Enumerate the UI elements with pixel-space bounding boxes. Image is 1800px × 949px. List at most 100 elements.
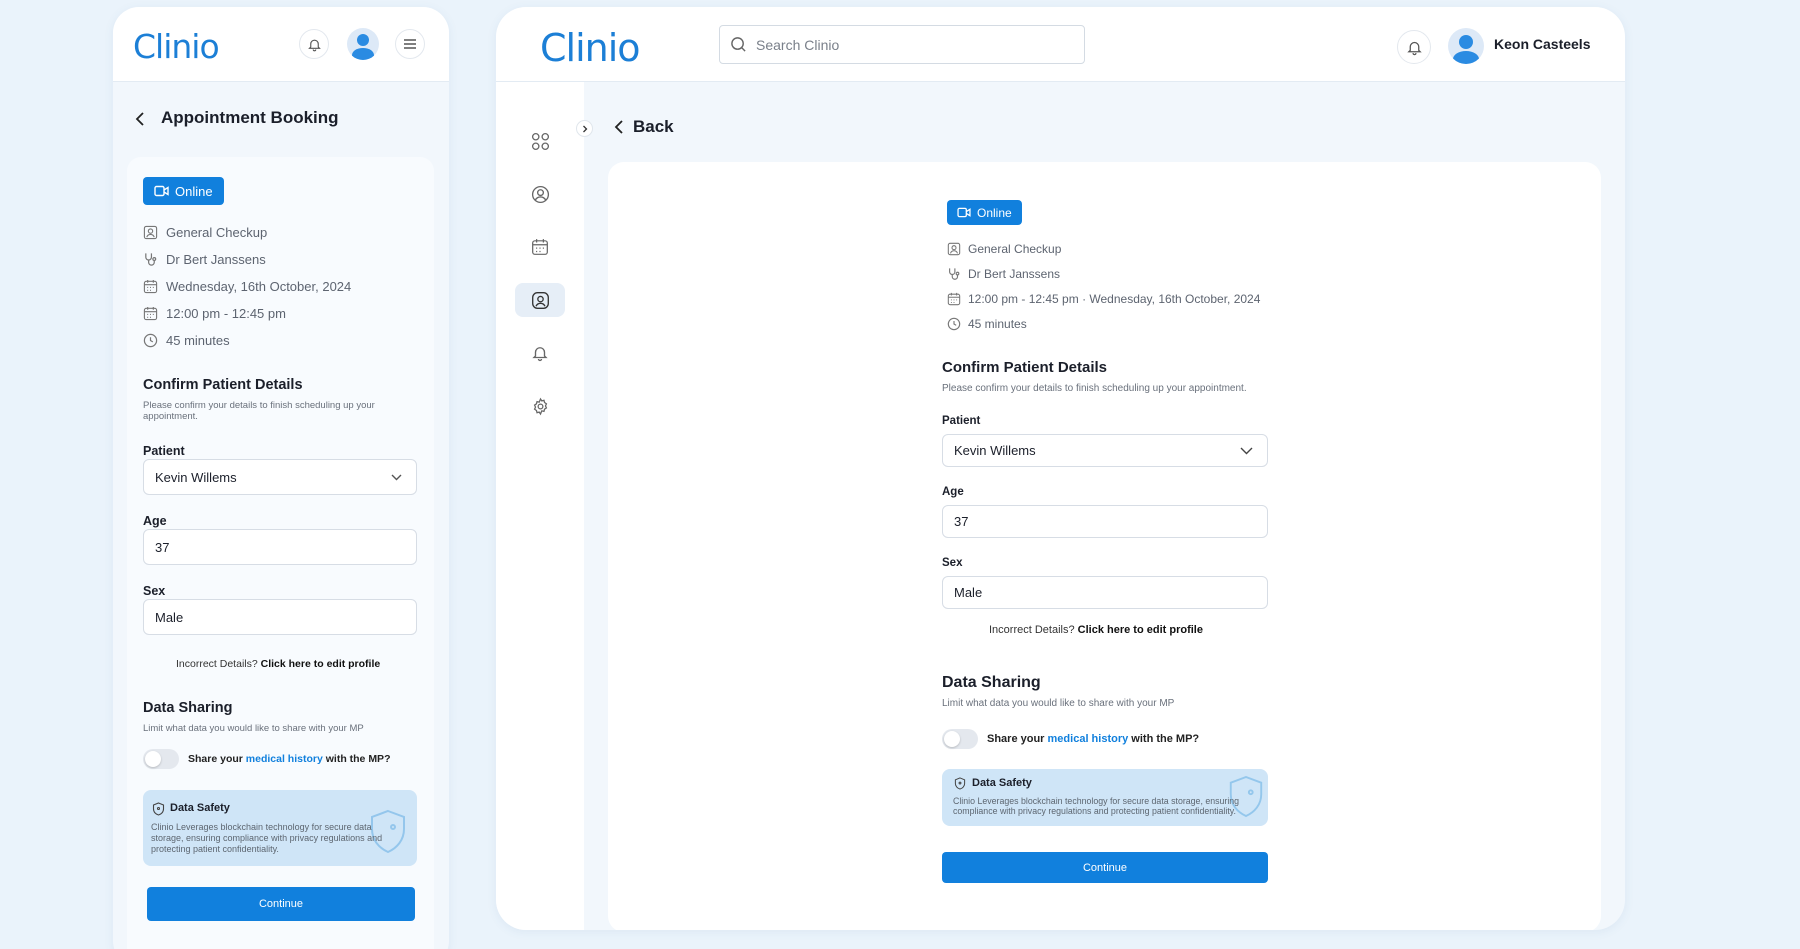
bell-icon (307, 37, 322, 52)
patient-select[interactable]: Kevin Willems (942, 434, 1268, 467)
online-badge: Online (947, 200, 1022, 225)
sidebar-item-patients[interactable] (515, 283, 565, 317)
shield-icon (152, 802, 165, 816)
appointment-type: General Checkup (947, 242, 1061, 256)
user-badge-icon (143, 225, 158, 240)
chevron-left-icon (135, 111, 145, 127)
appointment-duration: 45 minutes (143, 333, 230, 348)
data-safety-title: Data Safety (972, 777, 1032, 789)
video-icon (957, 207, 971, 218)
sex-label: Sex (143, 584, 166, 598)
calendar-icon (143, 279, 158, 294)
mobile-screen: Clinio Appointment Booking Online Genera… (113, 7, 449, 949)
share-history-toggle[interactable] (942, 729, 978, 749)
data-safety-box: Data Safety Clinio Leverages blockchain … (942, 769, 1268, 826)
sidebar-item-dashboard[interactable] (515, 124, 565, 158)
bell-icon (1406, 39, 1423, 56)
clock-icon (947, 317, 961, 331)
share-history-text: Share your medical history with the MP? (188, 753, 391, 765)
avatar[interactable] (1448, 28, 1484, 64)
bell-icon (531, 344, 549, 362)
data-safety-title: Data Safety (170, 802, 230, 814)
shield-icon (954, 777, 966, 790)
appointment-duration: 45 minutes (947, 317, 1027, 331)
clock-icon (143, 333, 158, 348)
data-safety-box: Data Safety Clinio Leverages blockchain … (143, 790, 417, 866)
back-button[interactable] (135, 111, 145, 127)
online-label: Online (175, 183, 213, 199)
sharing-subtitle: Limit what data you would like to share … (942, 698, 1175, 709)
sidebar (496, 82, 584, 930)
desktop-header: Clinio Search Clinio Keon Casteels (496, 7, 1625, 82)
age-label: Age (143, 514, 167, 528)
confirm-title: Confirm Patient Details (942, 359, 1108, 376)
sex-field[interactable]: Male (143, 599, 417, 635)
sharing-title: Data Sharing (143, 700, 233, 716)
edit-profile-link[interactable]: Click here to edit profile (261, 658, 381, 670)
patient-label: Patient (942, 415, 981, 427)
edit-profile-link[interactable]: Click here to edit profile (1078, 624, 1203, 636)
back-button[interactable] (614, 119, 624, 135)
gear-icon (531, 397, 550, 416)
back-label[interactable]: Back (633, 117, 674, 137)
clinio-logo: Clinio (133, 27, 220, 66)
avatar[interactable] (347, 28, 379, 60)
medical-history-link[interactable]: medical history (1048, 733, 1129, 745)
user-name[interactable]: Keon Casteels (1494, 36, 1590, 52)
continue-button[interactable]: Continue (147, 887, 415, 921)
age-field[interactable]: 37 (942, 505, 1268, 538)
sidebar-item-notifications[interactable] (515, 336, 565, 370)
appointment-doctor: Dr Bert Janssens (143, 252, 266, 267)
profile-icon (531, 291, 550, 310)
sharing-subtitle: Limit what data you would like to share … (143, 723, 364, 734)
incorrect-details: Incorrect Details? Click here to edit pr… (989, 624, 1203, 636)
medical-history-link[interactable]: medical history (246, 753, 323, 765)
user-circle-icon (531, 185, 550, 204)
calendar-icon (531, 238, 549, 256)
clinio-logo: Clinio (540, 26, 641, 70)
stethoscope-icon (143, 252, 158, 267)
search-input[interactable]: Search Clinio (756, 37, 839, 53)
share-history-toggle[interactable] (143, 749, 179, 769)
chevron-left-icon (614, 119, 624, 135)
booking-content: Online General Checkup Dr Bert Janssens … (608, 162, 1601, 930)
user-badge-icon (947, 242, 961, 256)
sharing-title: Data Sharing (942, 674, 1041, 691)
calendar-icon (143, 306, 158, 321)
sidebar-item-settings[interactable] (515, 389, 565, 423)
appointment-datetime: 12:00 pm - 12:45 pm · Wednesday, 16th Oc… (947, 292, 1260, 306)
shield-watermark-icon (367, 808, 409, 856)
calendar-icon (947, 292, 961, 306)
age-field[interactable]: 37 (143, 529, 417, 565)
stethoscope-icon (947, 267, 961, 281)
appointment-date: Wednesday, 16th October, 2024 (143, 279, 351, 294)
sex-field[interactable]: Male (942, 576, 1268, 609)
notification-button[interactable] (1397, 30, 1431, 64)
patient-select[interactable]: Kevin Willems (143, 459, 417, 495)
notification-button[interactable] (299, 29, 329, 59)
mobile-header: Clinio (113, 7, 449, 82)
share-history-text: Share your medical history with the MP? (987, 733, 1200, 745)
continue-button[interactable]: Continue (942, 852, 1268, 883)
sex-label: Sex (942, 557, 963, 569)
confirm-subtitle-1: Please confirm your details to finish sc… (143, 400, 375, 411)
age-label: Age (942, 486, 964, 498)
appointment-doctor: Dr Bert Janssens (947, 267, 1060, 281)
sidebar-expand-button[interactable] (576, 120, 593, 137)
desktop-screen: Clinio Search Clinio Keon Casteels Back … (496, 7, 1625, 930)
confirm-subtitle-2: appointment. (143, 411, 198, 422)
menu-button[interactable] (395, 29, 425, 59)
video-icon (154, 185, 169, 197)
sidebar-item-calendar[interactable] (515, 230, 565, 264)
page-title: Appointment Booking (161, 108, 339, 127)
sidebar-item-profile[interactable] (515, 177, 565, 211)
grid-icon (531, 132, 550, 151)
chevron-right-icon (582, 125, 588, 133)
search-icon (730, 36, 747, 53)
confirm-subtitle: Please confirm your details to finish sc… (942, 383, 1247, 394)
online-badge: Online (143, 177, 224, 205)
chevron-down-icon (391, 474, 402, 481)
hamburger-icon (403, 38, 417, 50)
search-bar[interactable]: Search Clinio (719, 25, 1085, 64)
appointment-type: General Checkup (143, 225, 267, 240)
